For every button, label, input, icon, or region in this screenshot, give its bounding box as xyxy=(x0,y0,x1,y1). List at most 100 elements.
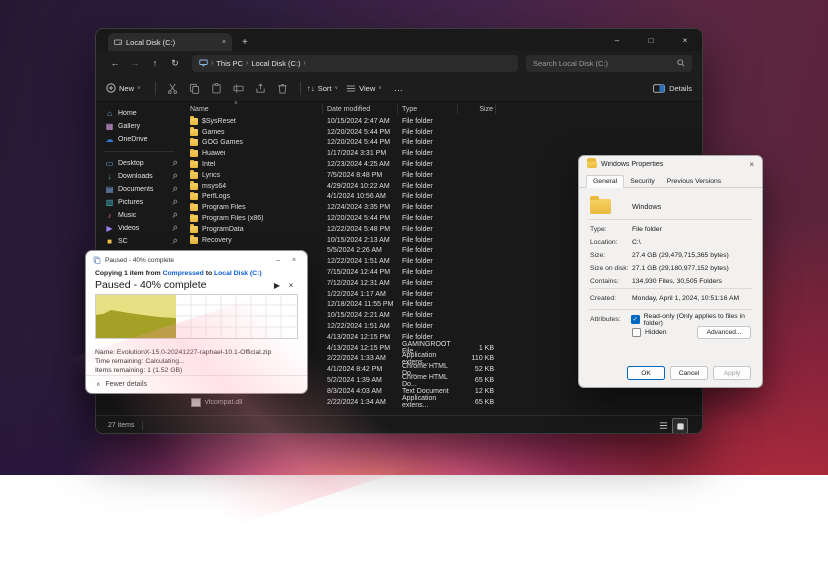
minimize-button[interactable]: – xyxy=(600,29,634,51)
tab-close-icon[interactable]: × xyxy=(222,39,226,46)
file-date-modified: 12/20/2024 5:44 PM xyxy=(323,129,398,136)
dialog-minimize-button[interactable]: – xyxy=(272,257,284,264)
sidebar-item[interactable]: ♪ Music xyxy=(96,209,182,222)
file-row[interactable]: vfcompat.dll 2/22/2024 1:34 AM Applicati… xyxy=(182,397,702,408)
file-type: Chrome HTML Do... xyxy=(398,363,458,377)
close-button[interactable]: × xyxy=(668,29,702,51)
apply-button[interactable]: Apply xyxy=(713,366,751,380)
new-button[interactable]: New ∨ xyxy=(106,83,141,93)
file-icon xyxy=(190,161,198,168)
source-folder-link[interactable]: Compressed xyxy=(163,270,204,277)
column-header-size[interactable]: Size xyxy=(458,104,496,114)
icons-view-button[interactable] xyxy=(672,418,688,434)
file-type: File folder xyxy=(398,334,458,341)
share-button[interactable] xyxy=(250,83,272,94)
file-row[interactable]: $SysReset 10/15/2024 2:47 AM File folder xyxy=(182,116,702,127)
fewer-details-label: Fewer details xyxy=(105,381,147,388)
folder-name: Windows xyxy=(632,202,661,211)
details-view-button[interactable] xyxy=(656,418,670,432)
sidebar-item[interactable]: ▧ Pictures xyxy=(96,196,182,209)
column-header-date[interactable]: Date modified xyxy=(323,104,398,114)
new-plus-icon xyxy=(106,83,116,93)
details-toggle-button[interactable]: Details xyxy=(653,84,692,93)
properties-tab[interactable]: Previous Versions xyxy=(661,176,727,187)
readonly-checkbox[interactable]: ✓ xyxy=(631,315,640,324)
column-header-type[interactable]: Type xyxy=(398,104,458,114)
file-type: File folder xyxy=(398,280,458,287)
hidden-label: Hidden xyxy=(645,329,667,336)
search-input[interactable]: Search Local Disk (C:) xyxy=(526,55,692,72)
advanced-button[interactable]: Advanced... xyxy=(697,326,751,339)
copy-button[interactable] xyxy=(184,83,206,94)
view-button[interactable]: View ∨ xyxy=(346,84,382,93)
file-icon xyxy=(190,226,198,233)
file-date-modified: 10/15/2024 2:13 AM xyxy=(323,237,398,244)
created-label: Created: xyxy=(579,295,632,302)
properties-tab[interactable]: Security xyxy=(624,176,661,187)
sidebar-item-label: OneDrive xyxy=(118,136,178,143)
sort-button[interactable]: ↑↓ Sort ∨ xyxy=(307,84,338,93)
disk-icon xyxy=(114,38,122,46)
copy-detail-line: Name: EvolutionX-15.0-20241227-raphael-1… xyxy=(95,348,298,357)
cancel-button[interactable]: Cancel xyxy=(670,366,708,380)
hidden-checkbox[interactable] xyxy=(632,328,641,337)
sidebar-item[interactable]: ☁ OneDrive xyxy=(96,133,182,146)
dialog-close-button[interactable]: × xyxy=(288,257,300,264)
forward-button[interactable]: → xyxy=(126,58,144,68)
resume-button[interactable]: ▶ xyxy=(270,281,284,290)
sidebar-item[interactable]: ↓ Downloads xyxy=(96,170,182,183)
sort-button-label: Sort xyxy=(318,84,332,93)
sidebar-item[interactable]: ▦ Gallery xyxy=(96,120,182,133)
file-row[interactable]: Games 12/20/2024 5:44 PM File folder xyxy=(182,127,702,138)
ok-button[interactable]: OK xyxy=(627,366,665,380)
paste-button[interactable] xyxy=(206,83,228,94)
sidebar-item[interactable]: ⌂ Home xyxy=(96,107,182,120)
column-header-name[interactable]: Name xyxy=(182,104,323,114)
file-row[interactable]: GOG Games 12/20/2024 5:44 PM File folder xyxy=(182,138,702,149)
column-headers: ∧ Name Date modified Type Size xyxy=(182,102,702,116)
file-date-modified: 12/20/2024 5:44 PM xyxy=(323,215,398,222)
breadcrumb-current[interactable]: Local Disk (C:) xyxy=(251,59,300,68)
file-type: File folder xyxy=(398,258,458,265)
search-icon xyxy=(677,59,685,67)
fewer-details-button[interactable]: ∧ Fewer details xyxy=(86,375,307,393)
file-name: Recovery xyxy=(202,237,232,244)
refresh-button[interactable]: ↻ xyxy=(166,58,184,69)
properties-close-button[interactable]: × xyxy=(749,160,754,169)
delete-button[interactable] xyxy=(272,83,294,94)
sidebar-item[interactable]: ▤ Documents xyxy=(96,183,182,196)
file-icon xyxy=(190,183,198,190)
file-icon xyxy=(190,139,198,146)
new-tab-button[interactable]: + xyxy=(242,38,248,48)
search-placeholder: Search Local Disk (C:) xyxy=(533,59,677,68)
sidebar-item[interactable]: ▶ Videos xyxy=(96,222,182,235)
window-controls: – □ × xyxy=(600,29,702,51)
destination-link[interactable]: Local Disk (C:) xyxy=(214,270,262,277)
sidebar-item-label: Home xyxy=(118,110,178,117)
properties-tab[interactable]: General xyxy=(586,175,624,188)
back-button[interactable]: ← xyxy=(106,58,124,68)
file-date-modified: 2/22/2024 1:33 AM xyxy=(323,355,398,362)
up-button[interactable]: ↑ xyxy=(146,58,164,68)
more-options-button[interactable]: … xyxy=(394,83,404,93)
file-icon xyxy=(190,237,198,244)
explorer-tab[interactable]: Local Disk (C:) × xyxy=(108,33,232,51)
file-type: File folder xyxy=(398,301,458,308)
tab-title: Local Disk (C:) xyxy=(126,38,218,47)
file-type: Text Document xyxy=(398,388,458,395)
file-size: 65 KB xyxy=(458,377,496,384)
maximize-button[interactable]: □ xyxy=(634,29,668,51)
cancel-copy-button[interactable]: × xyxy=(284,281,298,290)
file-name: msys64 xyxy=(202,183,226,190)
copy-dialog-titlebar: Paused - 40% complete – × xyxy=(86,251,307,267)
sidebar-item[interactable]: ■ SC xyxy=(96,235,182,248)
file-date-modified: 12/20/2024 5:44 PM xyxy=(323,139,398,146)
breadcrumb-this-pc[interactable]: This PC xyxy=(216,59,243,68)
file-type: File folder xyxy=(398,312,458,319)
breadcrumb[interactable]: › This PC › Local Disk (C:) › xyxy=(192,55,518,72)
copy-dialog-title: Paused - 40% complete xyxy=(105,257,268,264)
rename-button[interactable] xyxy=(228,83,250,94)
cut-button[interactable] xyxy=(162,83,184,94)
details-label: Details xyxy=(669,84,692,93)
sidebar-item[interactable]: ▭ Desktop xyxy=(96,157,182,170)
